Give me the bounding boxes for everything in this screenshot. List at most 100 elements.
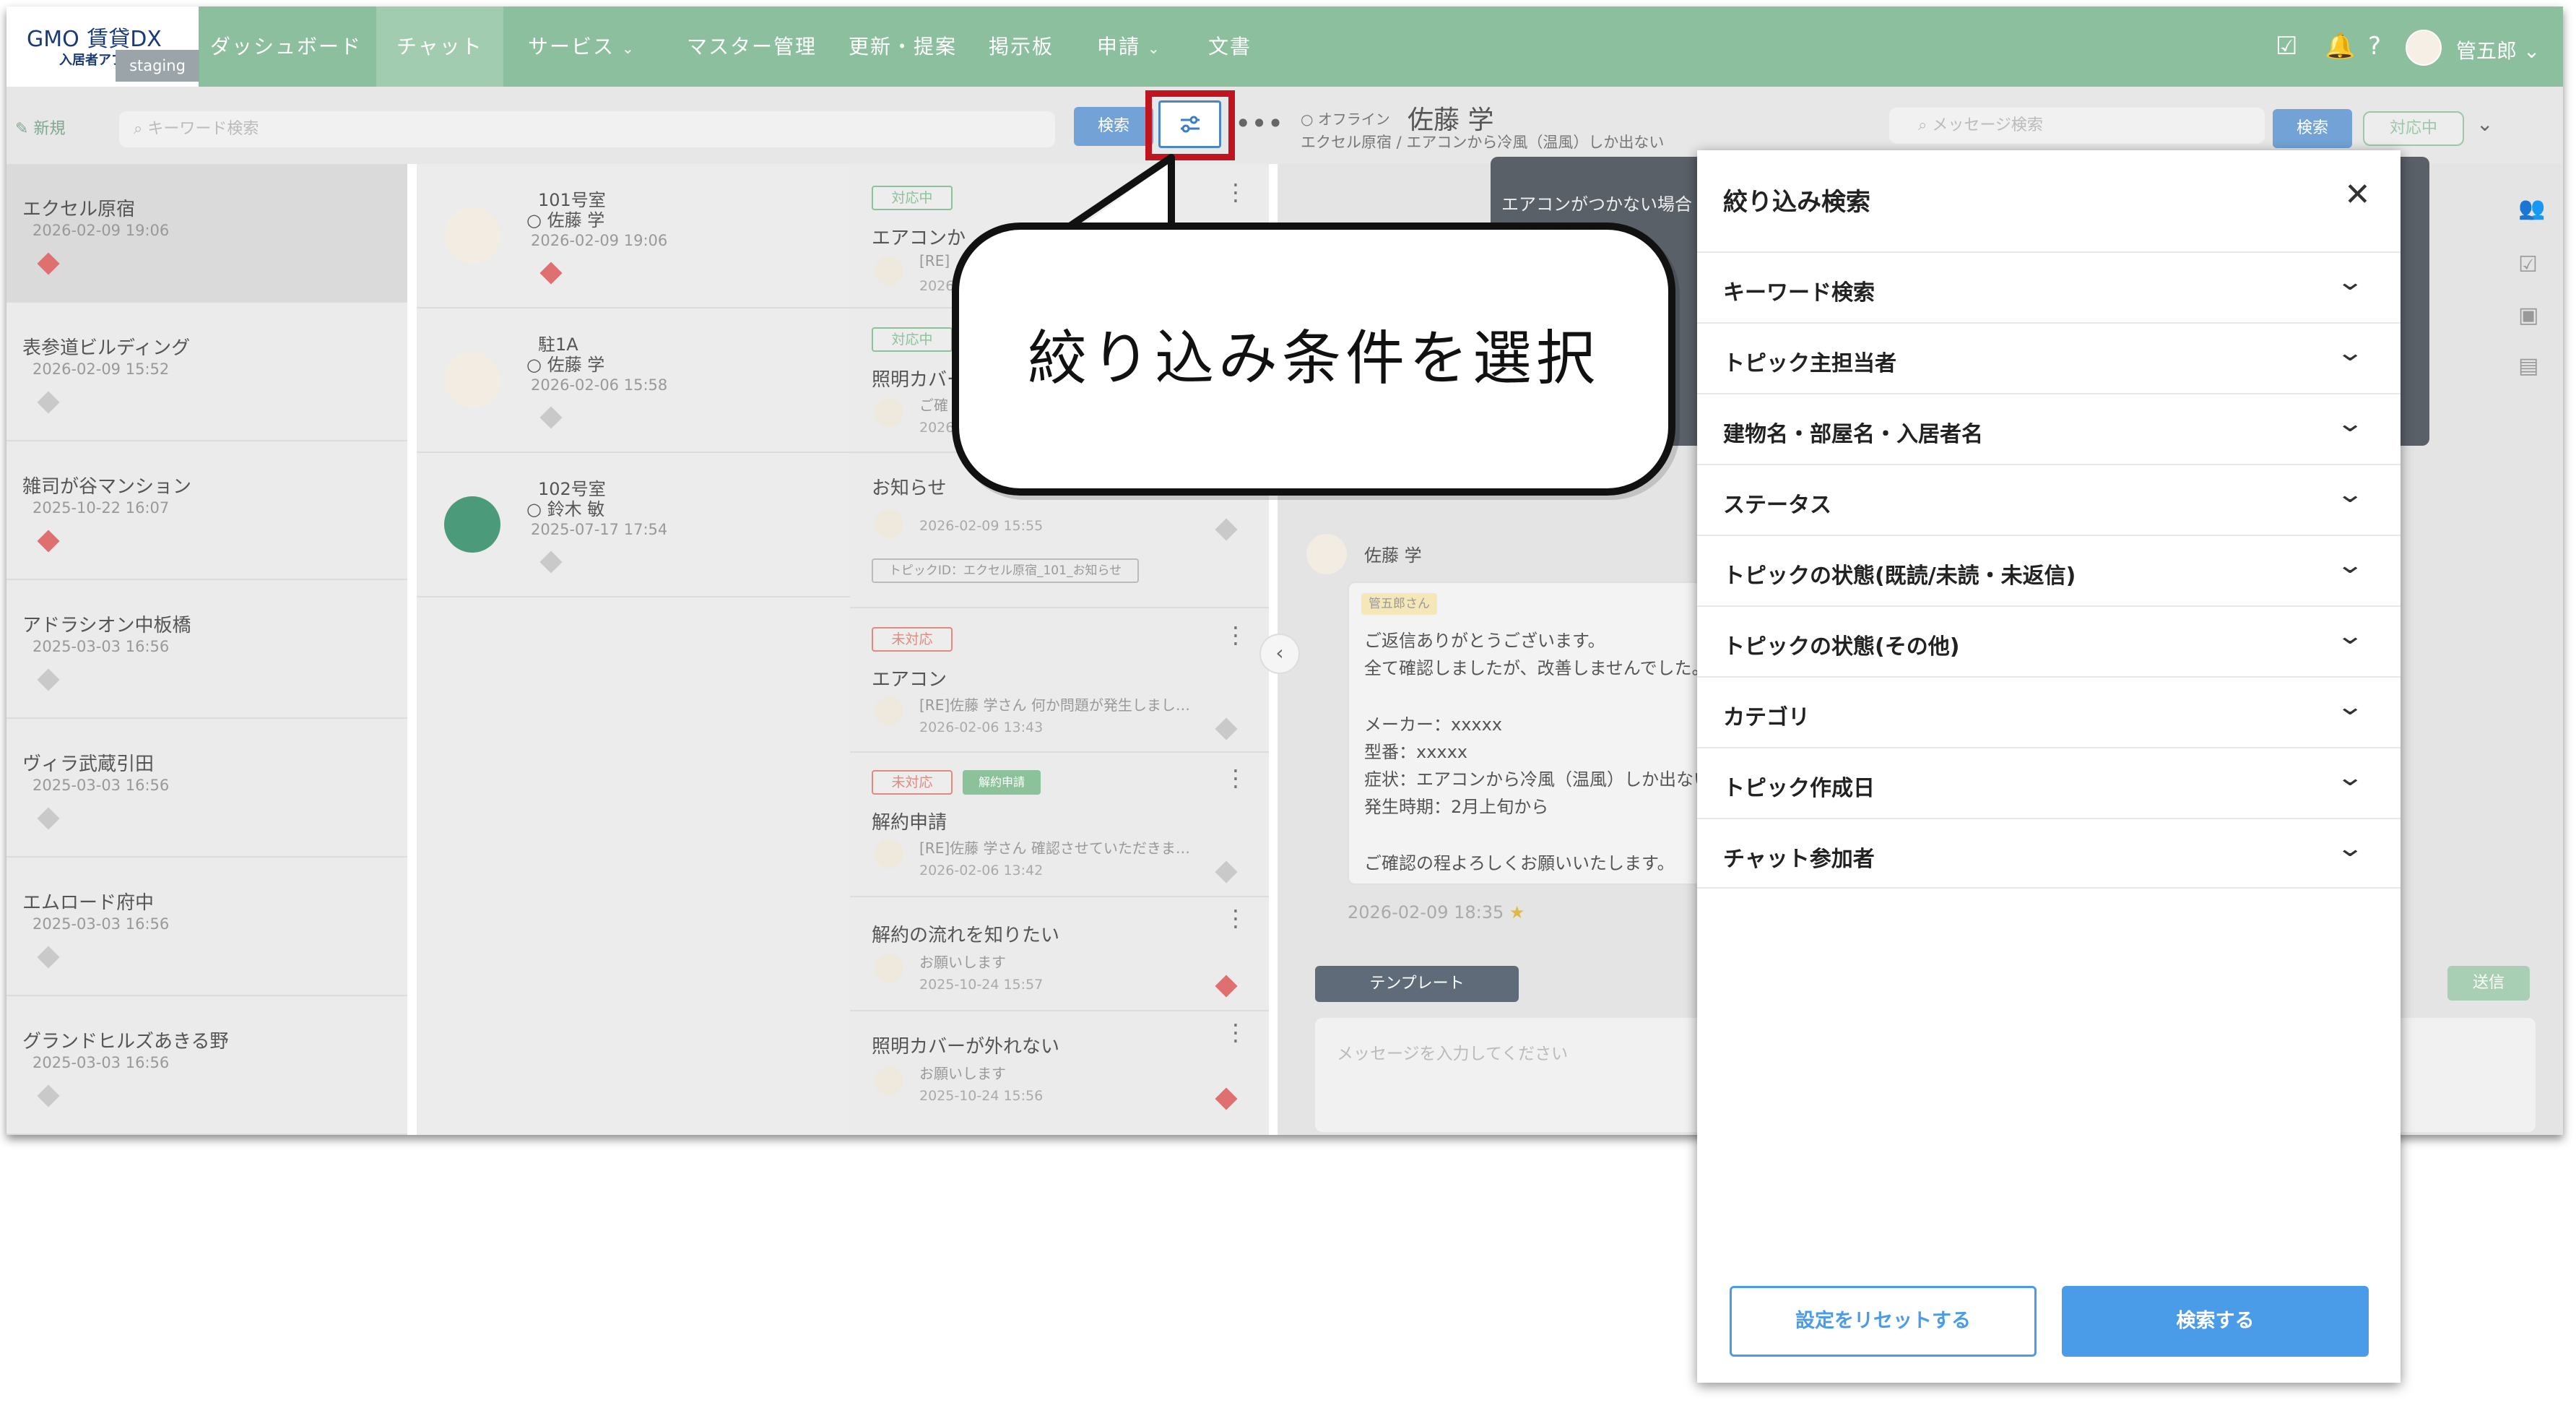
filter-section-status[interactable]: ステータス ⌄ [1697, 464, 2401, 535]
search-icon: ⌕ [134, 120, 143, 138]
kebab-menu-icon[interactable]: ⋮ [1224, 764, 1247, 792]
chevron-down-icon: ⌄ [2336, 550, 2365, 579]
search-button[interactable]: 検索 [1074, 107, 1153, 146]
message-preview: エアコンがつかない場合 [1501, 194, 1692, 215]
list-item[interactable]: エムロード府中 2025-03-03 16:56 [6, 858, 407, 996]
new-topic-button[interactable]: ✎ 新規 [15, 116, 65, 139]
filter-section-other-state[interactable]: トピックの状態(その他) ⌄ [1697, 605, 2401, 676]
list-item[interactable]: 101号室 ○ 佐藤 学 2026-02-09 19:06 [417, 164, 850, 308]
avatar [875, 954, 903, 982]
message-search-input[interactable]: ⌕ メッセージ検索 [1889, 108, 2265, 144]
filter-section-owner[interactable]: トピック主担当者 ⌄ [1697, 322, 2401, 393]
avatar [875, 509, 903, 538]
filter-button[interactable] [1158, 100, 1221, 148]
chevron-down-icon: ⌄ [2336, 409, 2365, 438]
chevron-down-icon[interactable]: ⌄ [2476, 112, 2493, 136]
filter-panel: 絞り込み検索 ✕ キーワード検索 ⌄ トピック主担当者 ⌄ 建物名・部屋名・入居… [1697, 150, 2401, 1383]
nav-chat[interactable]: チャット [376, 7, 503, 87]
list-item[interactable]: 102号室 ○ 鈴木 敏 2025-07-17 17:54 [417, 453, 850, 597]
checklist-icon[interactable]: ☑ [2518, 252, 2538, 277]
nav-service[interactable]: サービス ⌄ [528, 7, 636, 87]
priority-flag-icon [539, 550, 563, 574]
nav-application[interactable]: 申請 ⌄ [1097, 7, 1161, 87]
star-icon[interactable]: ★ [1509, 902, 1525, 923]
env-badge: staging [116, 50, 199, 82]
nav-documents[interactable]: 文書 [1208, 7, 1252, 87]
nav-dashboard[interactable]: ダッシュボード [210, 7, 362, 87]
logo[interactable]: GMO 賃貸DX 入居者アプリ staging [6, 7, 199, 87]
filter-section-category[interactable]: カテゴリ ⌄ [1697, 676, 2401, 747]
help-icon[interactable]: ? [2368, 32, 2381, 61]
avatar [444, 207, 500, 264]
priority-flag-icon [1215, 1087, 1238, 1110]
filter-section-keyword[interactable]: キーワード検索 ⌄ [1697, 251, 2401, 322]
kebab-menu-icon[interactable]: ⋮ [1224, 904, 1247, 932]
apply-search-button[interactable]: 検索する [2062, 1286, 2369, 1357]
presence-status: ○ オフライン [1301, 111, 1390, 128]
status-select[interactable]: 対応中 [2363, 111, 2464, 146]
bell-icon[interactable]: 🔔 [2325, 32, 2355, 61]
status-badge: 未対応 [872, 627, 953, 652]
edit-icon: ✎ [15, 120, 29, 138]
avatar [444, 352, 500, 408]
avatar [875, 256, 903, 285]
nav-bulletin[interactable]: 掲示板 [989, 7, 1054, 87]
priority-flag-icon [37, 946, 60, 969]
participants-icon[interactable]: 👥 [2518, 196, 2545, 221]
avatar [1306, 534, 1347, 574]
document-icon[interactable]: ▤ [2518, 353, 2538, 379]
filter-section-building[interactable]: 建物名・部屋名・入居者名 ⌄ [1697, 393, 2401, 464]
priority-flag-icon [1215, 975, 1238, 998]
list-item[interactable]: 未対応 解約申請 ⋮ 解約申請 [RE]佐藤 学さん 確認させていただきま… 2… [850, 753, 1269, 897]
reset-filters-button[interactable]: 設定をリセットする [1730, 1286, 2037, 1357]
list-item[interactable]: 未対応 ⋮ エアコン [RE]佐藤 学さん 何か問題が発生しまし… 2026-0… [850, 608, 1269, 753]
priority-flag-icon [1215, 717, 1238, 740]
list-item[interactable]: グランドヒルズあきる野 2025-03-03 16:56 [6, 996, 407, 1135]
avatar [444, 496, 500, 553]
logo-sub-text: 賃貸DX [87, 27, 162, 52]
filter-section-created-date[interactable]: トピック作成日 ⌄ [1697, 747, 2401, 818]
priority-flag-icon [539, 406, 563, 429]
list-item[interactable]: ヴィラ武蔵引田 2025-03-03 16:56 [6, 719, 407, 858]
template-button[interactable]: テンプレート [1315, 966, 1519, 1002]
contact-card-icon[interactable]: ▣ [2518, 303, 2538, 328]
task-check-icon[interactable]: ☑ [2276, 32, 2297, 61]
priority-flag-icon [37, 252, 60, 275]
user-menu[interactable]: 管五郎 ⌄ [2456, 35, 2540, 64]
list-item[interactable]: 雑司が谷マンション 2025-10-22 16:07 [6, 441, 407, 580]
chevron-down-icon: ⌄ [2336, 480, 2365, 509]
room-list: 101号室 ○ 佐藤 学 2026-02-09 19:06 駐1A ○ 佐藤 学… [417, 164, 850, 1135]
list-item[interactable]: エクセル原宿 2026-02-09 19:06 [6, 164, 407, 303]
status-badge: 対応中 [872, 186, 953, 210]
chevron-down-icon: ⌄ [2336, 692, 2365, 721]
list-item[interactable]: 表参道ビルディング 2026-02-09 15:52 [6, 303, 407, 441]
avatar [875, 839, 903, 868]
chat-subtitle: エクセル原宿 / エアコンから冷風（温風）しか出ない [1301, 134, 1665, 151]
reply-tag: 管五郎さん [1361, 593, 1437, 615]
kebab-menu-icon[interactable]: ⋮ [1224, 621, 1247, 649]
chevron-down-icon: ⌄ [2336, 267, 2365, 296]
send-button[interactable]: 送信 [2447, 966, 2530, 1001]
search-icon: ⌕ [1918, 116, 1927, 134]
keyword-search-input[interactable]: ⌕ キーワード検索 [119, 111, 1055, 147]
message-sender: 佐藤 学 [1364, 545, 1422, 566]
list-item[interactable]: 駐1A ○ 佐藤 学 2026-02-06 15:58 [417, 308, 850, 453]
avatar[interactable] [2406, 30, 2442, 66]
message-search-button[interactable]: 検索 [2273, 109, 2352, 148]
filter-sliders-icon [1181, 116, 1200, 133]
list-item[interactable]: アドラシオン中板橋 2025-03-03 16:56 [6, 580, 407, 719]
chevron-down-icon: ⌄ [2523, 39, 2541, 63]
nav-master[interactable]: マスター管理 [687, 7, 817, 87]
list-item[interactable]: ⋮ 解約の流れを知りたい お願いします 2025-10-24 15:57 [850, 897, 1269, 1011]
priority-flag-icon [1215, 518, 1238, 541]
callout-text: 絞り込み条件を選択 [1027, 324, 1600, 393]
nav-renewal[interactable]: 更新・提案 [849, 7, 957, 87]
collapse-panel-button[interactable]: ‹ [1259, 634, 1300, 674]
avatar [875, 398, 903, 427]
filter-section-participants[interactable]: チャット参加者 ⌄ [1697, 818, 2401, 889]
close-icon[interactable]: ✕ [2344, 176, 2371, 213]
kebab-menu-icon[interactable]: ⋮ [1224, 1019, 1247, 1046]
filter-section-read-state[interactable]: トピックの状態(既読/未読・未返信) ⌄ [1697, 535, 2401, 605]
more-options-icon[interactable]: ••• [1235, 108, 1283, 139]
list-item[interactable]: ⋮ 照明カバーが外れない お願いします 2025-10-24 15:56 [850, 1011, 1269, 1135]
